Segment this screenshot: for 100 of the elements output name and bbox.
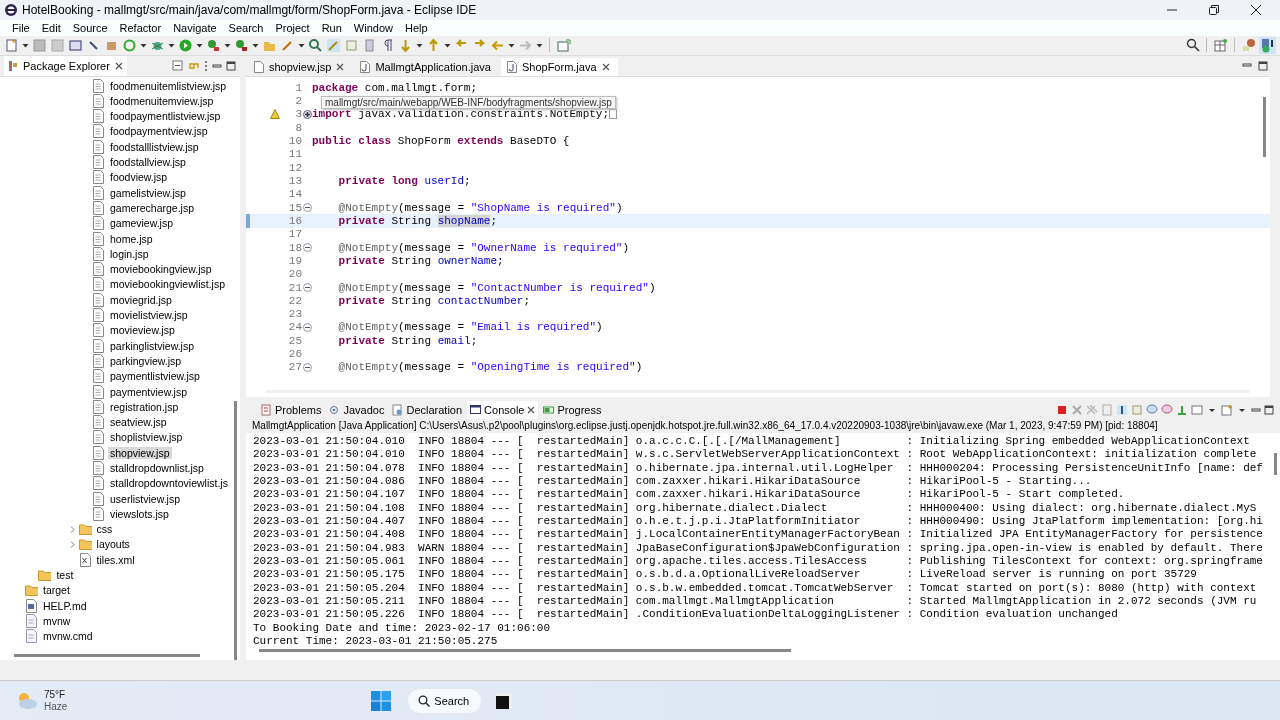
collapse-icon[interactable] xyxy=(302,323,312,332)
collapse-icon[interactable] xyxy=(302,362,312,372)
tree-item[interactable]: foodpaymentview.jsp xyxy=(108,125,210,138)
menu-item[interactable]: Navigate xyxy=(167,21,223,34)
tree-item[interactable]: moviegrid.jsp xyxy=(108,293,174,306)
close-icon[interactable] xyxy=(1250,4,1262,16)
tree-item[interactable]: gamerecharge.jsp xyxy=(108,201,197,214)
tree-item[interactable]: foodmenuitemview.jsp xyxy=(108,94,216,107)
panel-tab[interactable]: Console xyxy=(467,400,539,419)
app-window-icon[interactable] xyxy=(496,692,513,709)
tree-item[interactable]: stalldropdowntoviewlist.js xyxy=(108,477,230,490)
editor-tab[interactable]: MallmgtApplication.java xyxy=(354,57,499,76)
collapse-icon[interactable] xyxy=(302,243,312,252)
open-perspective-icon[interactable] xyxy=(556,37,571,53)
tree-item[interactable]: gameview.jsp xyxy=(108,217,176,230)
java-perspective-icon[interactable] xyxy=(1259,36,1276,54)
tree-item[interactable]: registration.jsp xyxy=(108,400,181,413)
tree-item[interactable]: target xyxy=(41,584,72,597)
windows-start-icon[interactable] xyxy=(371,690,392,711)
minimize-icon[interactable] xyxy=(212,61,222,70)
menu-item[interactable]: Search xyxy=(222,21,270,34)
tree-item[interactable]: movieview.jsp xyxy=(108,324,177,337)
menu-item[interactable]: Help xyxy=(399,21,434,34)
pencil-icon[interactable] xyxy=(326,37,341,53)
tree-item[interactable]: layouts xyxy=(94,538,132,551)
maximize-icon[interactable] xyxy=(1264,404,1274,415)
menu-item[interactable]: Window xyxy=(347,21,399,34)
close-icon[interactable] xyxy=(527,405,536,414)
folder-icon xyxy=(78,522,92,537)
tree-item[interactable]: seatview.jsp xyxy=(108,416,169,429)
tree-item[interactable]: paymentview.jsp xyxy=(108,385,190,398)
stop-tool-icon[interactable] xyxy=(234,37,249,53)
file-icon xyxy=(25,629,38,644)
editor-tab[interactable]: shopview.jsp xyxy=(248,57,353,76)
tree-item[interactable]: home.jsp xyxy=(108,232,155,245)
tree-item[interactable]: test xyxy=(54,569,76,582)
menu-item[interactable]: Edit xyxy=(35,21,67,34)
scrollbar[interactable] xyxy=(234,400,237,661)
console-line: 2023-03-01 21:50:04.983 WARN 18804 --- [ restartedMain] JpaBaseConfiguration$JpaWebConfiguration : spring.jpa.open-in-view is enabled by default. There xyxy=(253,541,1264,555)
tree-item[interactable]: viewslots.jsp xyxy=(108,507,171,520)
close-icon[interactable] xyxy=(336,62,345,71)
close-icon[interactable] xyxy=(114,61,123,70)
tree-item[interactable]: shoplistview.jsp xyxy=(108,431,185,444)
explorer-tab[interactable]: Package Explorer xyxy=(4,55,127,76)
menu-item[interactable]: Refactor xyxy=(113,21,168,34)
panel-tab[interactable]: Problems xyxy=(258,400,325,419)
warning-icon[interactable] xyxy=(270,109,280,120)
tree-item[interactable]: foodview.jsp xyxy=(108,171,170,184)
collapse-all-icon[interactable] xyxy=(172,59,184,72)
tree-item[interactable]: parkinglistview.jsp xyxy=(108,339,197,352)
remove-launch-icon[interactable] xyxy=(1071,403,1083,416)
maximize-icon[interactable] xyxy=(1258,60,1268,71)
tree-item[interactable]: moviebookingview.jsp xyxy=(108,263,214,276)
tree-item[interactable]: shopview.jsp xyxy=(108,446,172,459)
menu-item[interactable]: Run xyxy=(315,21,348,34)
editor-tab[interactable]: ShopForm.java xyxy=(500,57,618,76)
run-tool-icon[interactable] xyxy=(206,37,221,53)
tree-item[interactable]: css xyxy=(94,523,115,536)
tree-item[interactable]: foodstalllistview.jsp xyxy=(108,140,201,153)
folded-code-icon[interactable] xyxy=(609,109,618,120)
panel-tab[interactable]: Progress xyxy=(540,400,605,419)
taskbar-search[interactable]: Search xyxy=(407,687,483,714)
panel-tab[interactable]: Declaration xyxy=(389,400,466,419)
menu-item[interactable]: File xyxy=(6,21,36,34)
menu-item[interactable]: Source xyxy=(66,21,114,34)
tree-item[interactable]: foodstallview.jsp xyxy=(108,156,188,169)
tree-item[interactable]: movielistview.jsp xyxy=(108,309,190,321)
minimize-icon[interactable] xyxy=(1251,405,1261,414)
restore-icon[interactable] xyxy=(1208,4,1220,16)
tree-item[interactable]: parkingview.jsp xyxy=(108,354,184,367)
perspective-icon[interactable] xyxy=(1241,37,1256,53)
collapse-icon[interactable] xyxy=(302,283,312,292)
scrollbar[interactable] xyxy=(14,654,200,658)
tree-item[interactable]: paymentlistview.jsp xyxy=(108,370,202,383)
minimize-icon[interactable] xyxy=(1242,60,1252,69)
tree-item[interactable]: foodpaymentlistview.jsp xyxy=(108,110,223,123)
tree-item[interactable]: tiles.xml xyxy=(94,553,137,566)
scrollbar[interactable] xyxy=(1274,452,1277,475)
tree-item[interactable]: login.jsp xyxy=(108,247,151,260)
collapse-icon[interactable] xyxy=(302,203,312,213)
panel-tab[interactable]: Javadoc xyxy=(326,400,388,419)
menu-item[interactable]: Project xyxy=(269,21,316,34)
scrollbar[interactable] xyxy=(1263,96,1266,157)
expand-icon[interactable] xyxy=(302,109,312,119)
open-perspective-icon[interactable] xyxy=(1213,37,1228,53)
tree-item[interactable]: foodmenuitemlistview.jsp xyxy=(108,79,229,92)
maximize-icon[interactable] xyxy=(226,60,236,71)
tree-item[interactable]: mvnw.cmd xyxy=(41,630,95,643)
tree-item[interactable]: HELP.md xyxy=(41,599,89,612)
tree-item[interactable]: stalldropdownlist.jsp xyxy=(108,462,206,474)
tree-item[interactable]: moviebookingviewlist.jsp xyxy=(108,278,227,291)
search-icon[interactable] xyxy=(1186,38,1200,53)
close-icon[interactable] xyxy=(601,62,610,71)
search-tool-icon[interactable] xyxy=(308,37,323,53)
terminate-icon[interactable] xyxy=(1056,403,1068,416)
scrollbar[interactable] xyxy=(259,649,791,653)
view-menu-icon[interactable] xyxy=(204,59,208,72)
tree-item[interactable]: userlistview.jsp xyxy=(108,492,183,505)
tree-item[interactable]: gamelistview.jsp xyxy=(108,186,188,199)
tree-item[interactable]: mvnw xyxy=(41,614,73,627)
